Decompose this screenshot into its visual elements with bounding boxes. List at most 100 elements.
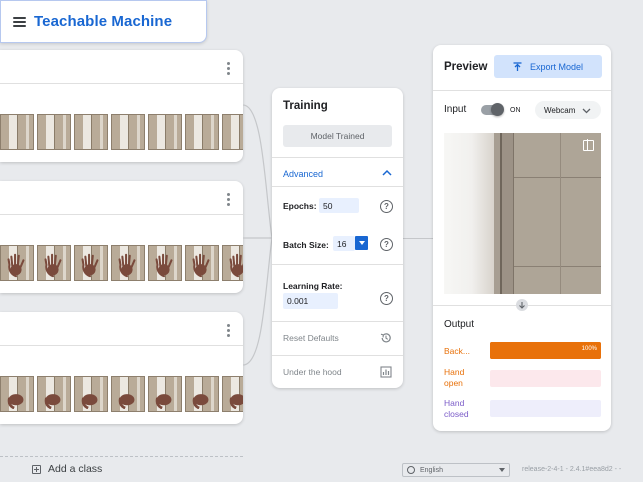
export-model-button[interactable]: Export Model — [494, 55, 602, 78]
sample-thumbnail[interactable] — [148, 245, 182, 281]
hand-image — [44, 394, 61, 409]
dropdown-arrow-icon[interactable] — [355, 236, 368, 250]
add-box-icon — [32, 464, 41, 474]
app-header: Teachable Machine — [0, 0, 207, 43]
chevron-down-icon — [499, 468, 505, 472]
input-toggle[interactable] — [481, 103, 504, 116]
train-model-button[interactable]: Model Trained — [283, 125, 392, 147]
hand-image — [81, 253, 99, 278]
sample-thumbnail[interactable] — [37, 114, 71, 150]
help-icon[interactable]: ? — [380, 238, 393, 251]
hand-image — [192, 394, 209, 409]
chart-icon[interactable] — [380, 366, 392, 378]
output-class-label: Back... — [444, 346, 470, 356]
sample-list — [0, 376, 243, 412]
epochs-input[interactable]: 50 — [319, 198, 359, 213]
sample-thumbnail[interactable] — [0, 245, 34, 281]
flip-camera-icon[interactable] — [583, 139, 594, 151]
add-class-button[interactable]: Add a class — [32, 463, 102, 475]
sample-thumbnail[interactable] — [37, 245, 71, 281]
class-card-header — [0, 50, 243, 84]
batch-size-label: Batch Size: — [283, 240, 329, 250]
hand-image — [192, 253, 210, 278]
more-options-icon[interactable] — [227, 324, 230, 337]
reset-defaults-button[interactable]: Reset Defaults — [283, 333, 339, 343]
confidence-bar — [490, 370, 601, 387]
hand-image — [229, 253, 243, 278]
language-select[interactable]: English — [402, 463, 510, 477]
hand-image — [81, 394, 98, 409]
divider — [272, 321, 403, 322]
divider — [272, 186, 403, 187]
confidence-value: 100% — [581, 346, 597, 352]
sample-list — [0, 245, 243, 281]
sample-thumbnail[interactable] — [222, 114, 243, 150]
input-source-label: Webcam — [544, 105, 576, 115]
preview-title: Preview — [444, 61, 488, 73]
class-card-3 — [0, 312, 243, 424]
epochs-label: Epochs: — [283, 201, 317, 211]
sample-thumbnail[interactable] — [74, 245, 108, 281]
connector-line — [403, 238, 433, 239]
output-class-label: Hand closed — [444, 398, 469, 419]
sample-thumbnail[interactable] — [148, 376, 182, 412]
sample-list — [0, 114, 243, 150]
hand-image — [155, 394, 172, 409]
sample-thumbnail[interactable] — [111, 245, 145, 281]
under-the-hood-button[interactable]: Under the hood — [283, 367, 342, 377]
export-model-label: Export Model — [529, 61, 584, 72]
hand-image — [118, 253, 136, 278]
batch-size-select[interactable]: 16 — [333, 236, 355, 251]
chevron-down-icon — [582, 108, 591, 113]
learning-rate-input[interactable]: 0.001 — [283, 293, 338, 309]
sample-thumbnail[interactable] — [74, 376, 108, 412]
output-label: Output — [444, 319, 475, 330]
more-options-icon[interactable] — [227, 62, 230, 75]
door-panel-edge — [560, 133, 561, 294]
sample-thumbnail[interactable] — [185, 114, 219, 150]
help-icon[interactable]: ? — [380, 200, 393, 213]
sample-thumbnail[interactable] — [222, 376, 243, 412]
toggle-state-label: ON — [510, 107, 521, 114]
chevron-up-icon[interactable] — [382, 168, 392, 178]
hand-image — [7, 253, 25, 278]
menu-icon[interactable] — [13, 16, 26, 27]
sample-thumbnail[interactable] — [148, 114, 182, 150]
upload-icon — [513, 61, 522, 71]
advanced-toggle[interactable]: Advanced — [283, 169, 323, 179]
globe-icon — [407, 466, 415, 474]
divider — [272, 355, 403, 356]
history-icon[interactable] — [380, 332, 392, 344]
arrow-down-icon[interactable] — [516, 299, 528, 311]
divider — [272, 157, 403, 158]
sample-thumbnail[interactable] — [185, 245, 219, 281]
door-panel-line — [514, 177, 601, 178]
sample-thumbnail[interactable] — [111, 376, 145, 412]
help-icon[interactable]: ? — [380, 292, 393, 305]
webcam-preview — [444, 133, 601, 294]
sample-thumbnail[interactable] — [185, 376, 219, 412]
class-card-1 — [0, 50, 243, 162]
sample-thumbnail[interactable] — [74, 114, 108, 150]
confidence-bar: 100% — [490, 342, 601, 359]
divider — [433, 90, 611, 91]
sample-thumbnail[interactable] — [111, 114, 145, 150]
door-frame — [500, 133, 514, 294]
training-title: Training — [283, 100, 328, 112]
release-label: release-2-4-1 - 2.4.1#eea8d2 - - — [522, 466, 622, 473]
hand-image — [155, 253, 173, 278]
sample-thumbnail[interactable] — [222, 245, 243, 281]
learning-rate-label: Learning Rate: — [283, 281, 343, 291]
sample-thumbnail[interactable] — [37, 376, 71, 412]
window-light — [444, 133, 494, 294]
hand-image — [7, 394, 24, 409]
sample-thumbnail[interactable] — [0, 376, 34, 412]
connector-lines — [243, 104, 273, 366]
output-class-label: Hand open — [444, 367, 465, 388]
app-logo[interactable]: Teachable Machine — [34, 13, 172, 30]
more-options-icon[interactable] — [227, 193, 230, 206]
input-source-select[interactable]: Webcam — [535, 101, 601, 119]
arrow-down-glyph — [519, 302, 525, 309]
class-card-header — [0, 181, 243, 215]
sample-thumbnail[interactable] — [0, 114, 34, 150]
